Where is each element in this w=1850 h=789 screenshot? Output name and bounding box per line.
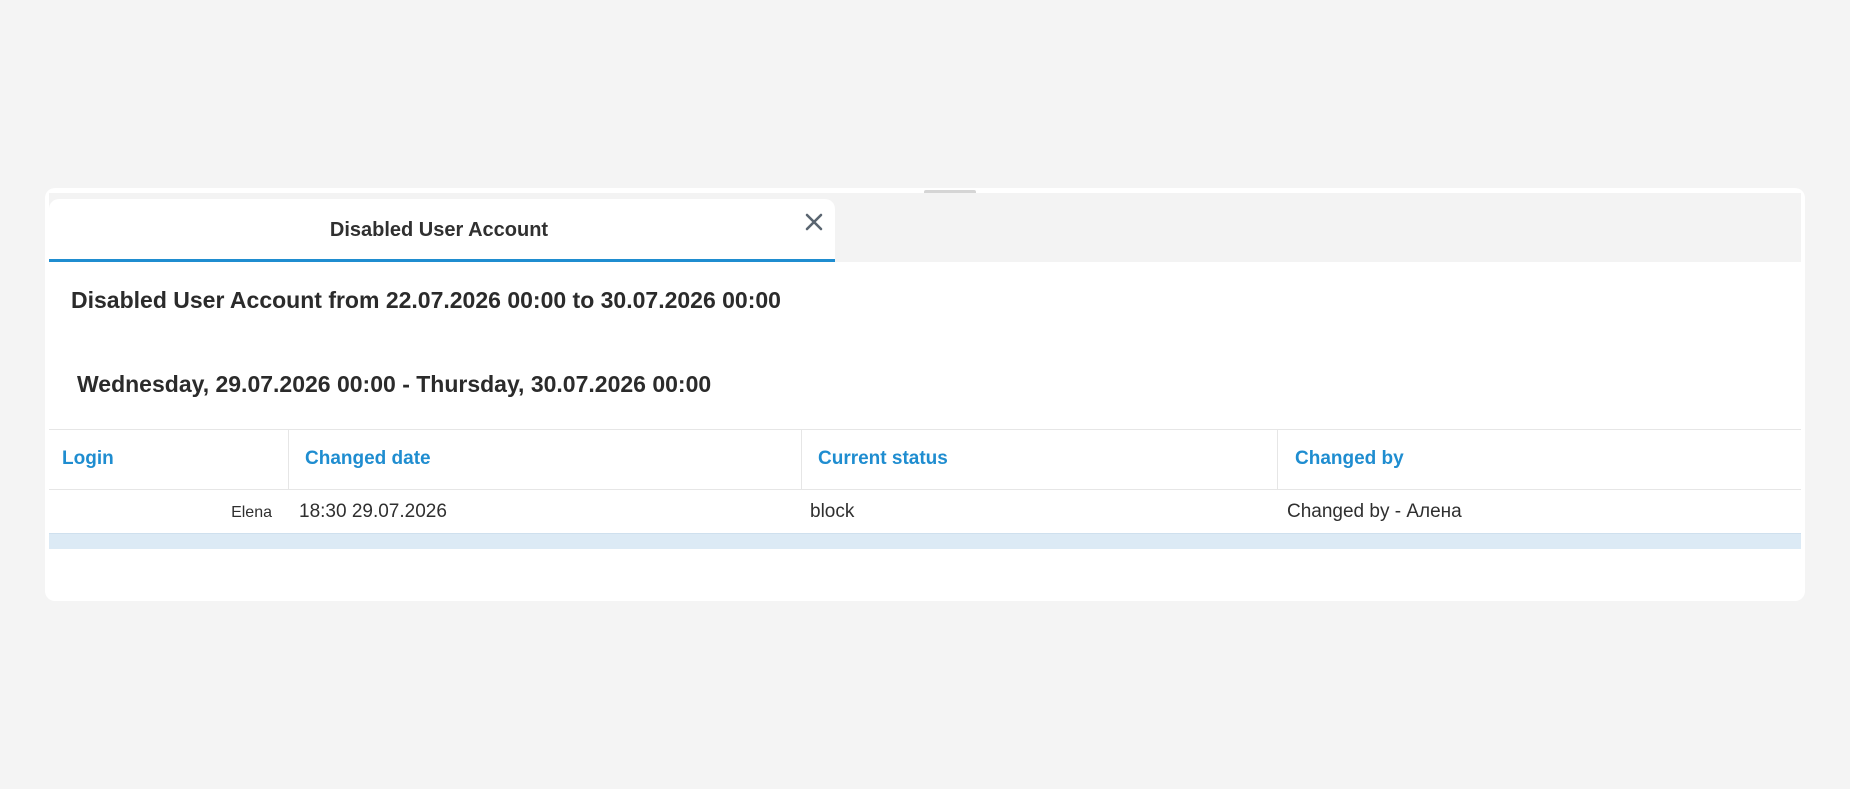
tab-bar: Disabled User Account xyxy=(49,193,1801,262)
cell-changed-by: Changed by - Алена xyxy=(1287,501,1462,522)
tab-disabled-user-account[interactable]: Disabled User Account xyxy=(49,199,835,262)
report-panel: Disabled User Account Disabled User Acco… xyxy=(45,188,1805,601)
cell-current-status: block xyxy=(810,501,855,522)
column-header-current-status[interactable]: Current status xyxy=(802,430,1278,489)
cell-login: Elena xyxy=(231,504,272,521)
column-header-login[interactable]: Login xyxy=(49,430,289,489)
table-header: Login Changed date Current status Change… xyxy=(49,430,1801,490)
data-table: Login Changed date Current status Change… xyxy=(49,429,1801,549)
table-footer xyxy=(49,533,1801,549)
close-icon[interactable] xyxy=(801,209,827,235)
table-row[interactable]: Elena 18:30 29.07.2026 block Changed by … xyxy=(49,490,1801,533)
period-title: Wednesday, 29.07.2026 00:00 - Thursday, … xyxy=(77,371,712,397)
column-header-changed-by[interactable]: Changed by xyxy=(1278,430,1801,489)
tab-title: Disabled User Account xyxy=(329,219,549,241)
cell-changed-date: 18:30 29.07.2026 xyxy=(299,501,447,522)
column-header-changed-date[interactable]: Changed date xyxy=(289,430,802,489)
report-title: Disabled User Account from 22.07.2026 00… xyxy=(71,287,781,313)
